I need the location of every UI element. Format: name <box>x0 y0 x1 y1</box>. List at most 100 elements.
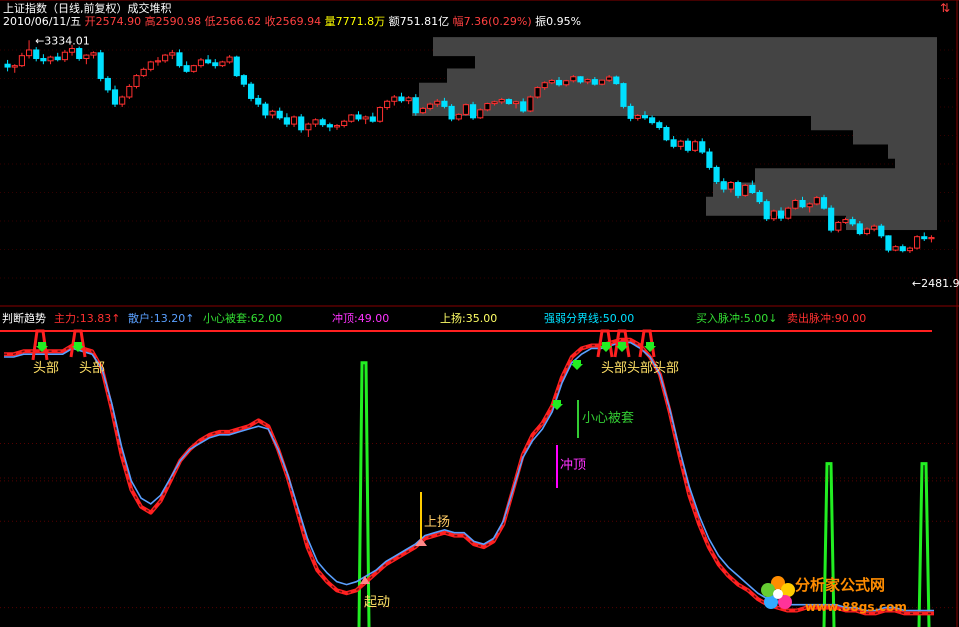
quote-bar: 2010/06/11/五 开2574.90 高2590.98 低2566.62 … <box>3 15 581 28</box>
candle <box>104 76 111 93</box>
close-value: 2569.94 <box>275 15 322 28</box>
candle <box>190 64 197 73</box>
candle <box>792 198 799 210</box>
candle <box>613 75 620 85</box>
candle-body <box>233 56 240 77</box>
candle-body <box>212 62 219 67</box>
candle-body <box>176 52 183 67</box>
candle-body <box>756 192 763 203</box>
candle <box>706 148 713 170</box>
candle-body <box>455 113 462 120</box>
candle-body <box>706 151 713 168</box>
candle-body <box>97 52 104 79</box>
legend-rush-top: 冲顶:49.00 <box>332 312 390 325</box>
candle-body <box>11 65 18 68</box>
candle-body <box>620 83 627 107</box>
candle <box>656 120 663 130</box>
candle <box>76 46 83 61</box>
candle-body <box>133 75 140 87</box>
open-label: 开 <box>84 15 96 28</box>
candle <box>376 106 384 123</box>
candle <box>598 79 606 86</box>
candle <box>699 138 706 155</box>
candle-body <box>369 116 376 122</box>
candle <box>61 49 68 62</box>
candle-body <box>240 75 247 85</box>
candle-body <box>427 103 434 109</box>
candle-body <box>734 182 742 196</box>
candle <box>140 67 147 78</box>
candle-body <box>255 97 262 105</box>
candle-body <box>892 246 899 251</box>
candle <box>462 103 470 116</box>
indicator-name: 判断趋势 <box>2 312 46 325</box>
candle <box>25 40 33 59</box>
candle <box>326 122 333 132</box>
candle-body <box>462 104 470 115</box>
candle <box>97 49 104 82</box>
candle-body <box>477 109 484 119</box>
candle-body <box>290 116 298 125</box>
close-label: 收 <box>264 15 276 28</box>
candle <box>276 107 283 120</box>
candle-body <box>247 83 255 99</box>
candle-body <box>384 100 391 109</box>
open-value: 2574.90 <box>95 15 142 28</box>
candle-body <box>849 219 856 225</box>
candle-body <box>921 236 928 240</box>
candle-body <box>491 101 498 105</box>
candle <box>290 115 298 127</box>
expand-arrow-icon[interactable]: ⇅ <box>940 2 950 15</box>
candle-body <box>391 96 398 102</box>
candle <box>90 51 97 59</box>
candle-body <box>162 54 169 62</box>
watermark-logo-icon <box>761 576 795 609</box>
candle <box>470 101 477 120</box>
candle-body <box>448 105 455 120</box>
candle-body <box>613 76 620 85</box>
candle <box>226 55 233 64</box>
candle <box>649 115 656 125</box>
candle <box>770 209 777 222</box>
candle <box>18 52 25 68</box>
candle <box>362 115 369 125</box>
candle <box>828 205 835 233</box>
label-top: 头部 <box>33 361 59 376</box>
candle-body <box>405 97 412 102</box>
candle-body <box>298 116 305 131</box>
candle-body <box>591 79 598 85</box>
candle-body <box>197 59 205 67</box>
legend-sell-pulse: 卖出脉冲:90.00 <box>787 312 867 325</box>
candle <box>455 113 462 121</box>
volume-value: 7771.8万 <box>335 15 386 28</box>
candle <box>412 94 419 116</box>
candle-body <box>269 110 276 116</box>
candle <box>247 81 255 102</box>
candle-body <box>641 115 649 119</box>
candle <box>885 235 892 253</box>
candle-body <box>842 219 849 223</box>
candle <box>734 180 742 199</box>
candle-body <box>104 77 111 91</box>
candle-body <box>742 184 749 196</box>
candle <box>111 85 119 107</box>
chart-title-text: 上证指数（日线,前复权）成交堆积 <box>3 2 172 15</box>
candle-body <box>806 203 813 208</box>
candle-body <box>835 221 842 231</box>
candle <box>40 54 47 65</box>
candle-body <box>570 76 577 82</box>
low-label: 低 <box>204 15 216 28</box>
candle <box>162 53 169 63</box>
label-top: 头部 <box>653 361 679 376</box>
candle-body <box>928 237 935 240</box>
candle <box>240 74 247 88</box>
candle-body <box>713 166 720 183</box>
candle <box>219 60 226 68</box>
candle-body <box>126 85 133 98</box>
candle-body <box>792 199 799 209</box>
candle-body <box>61 51 68 61</box>
candle <box>484 102 491 112</box>
candle-body <box>283 117 290 125</box>
candle-body <box>76 48 83 60</box>
candle <box>183 61 190 73</box>
